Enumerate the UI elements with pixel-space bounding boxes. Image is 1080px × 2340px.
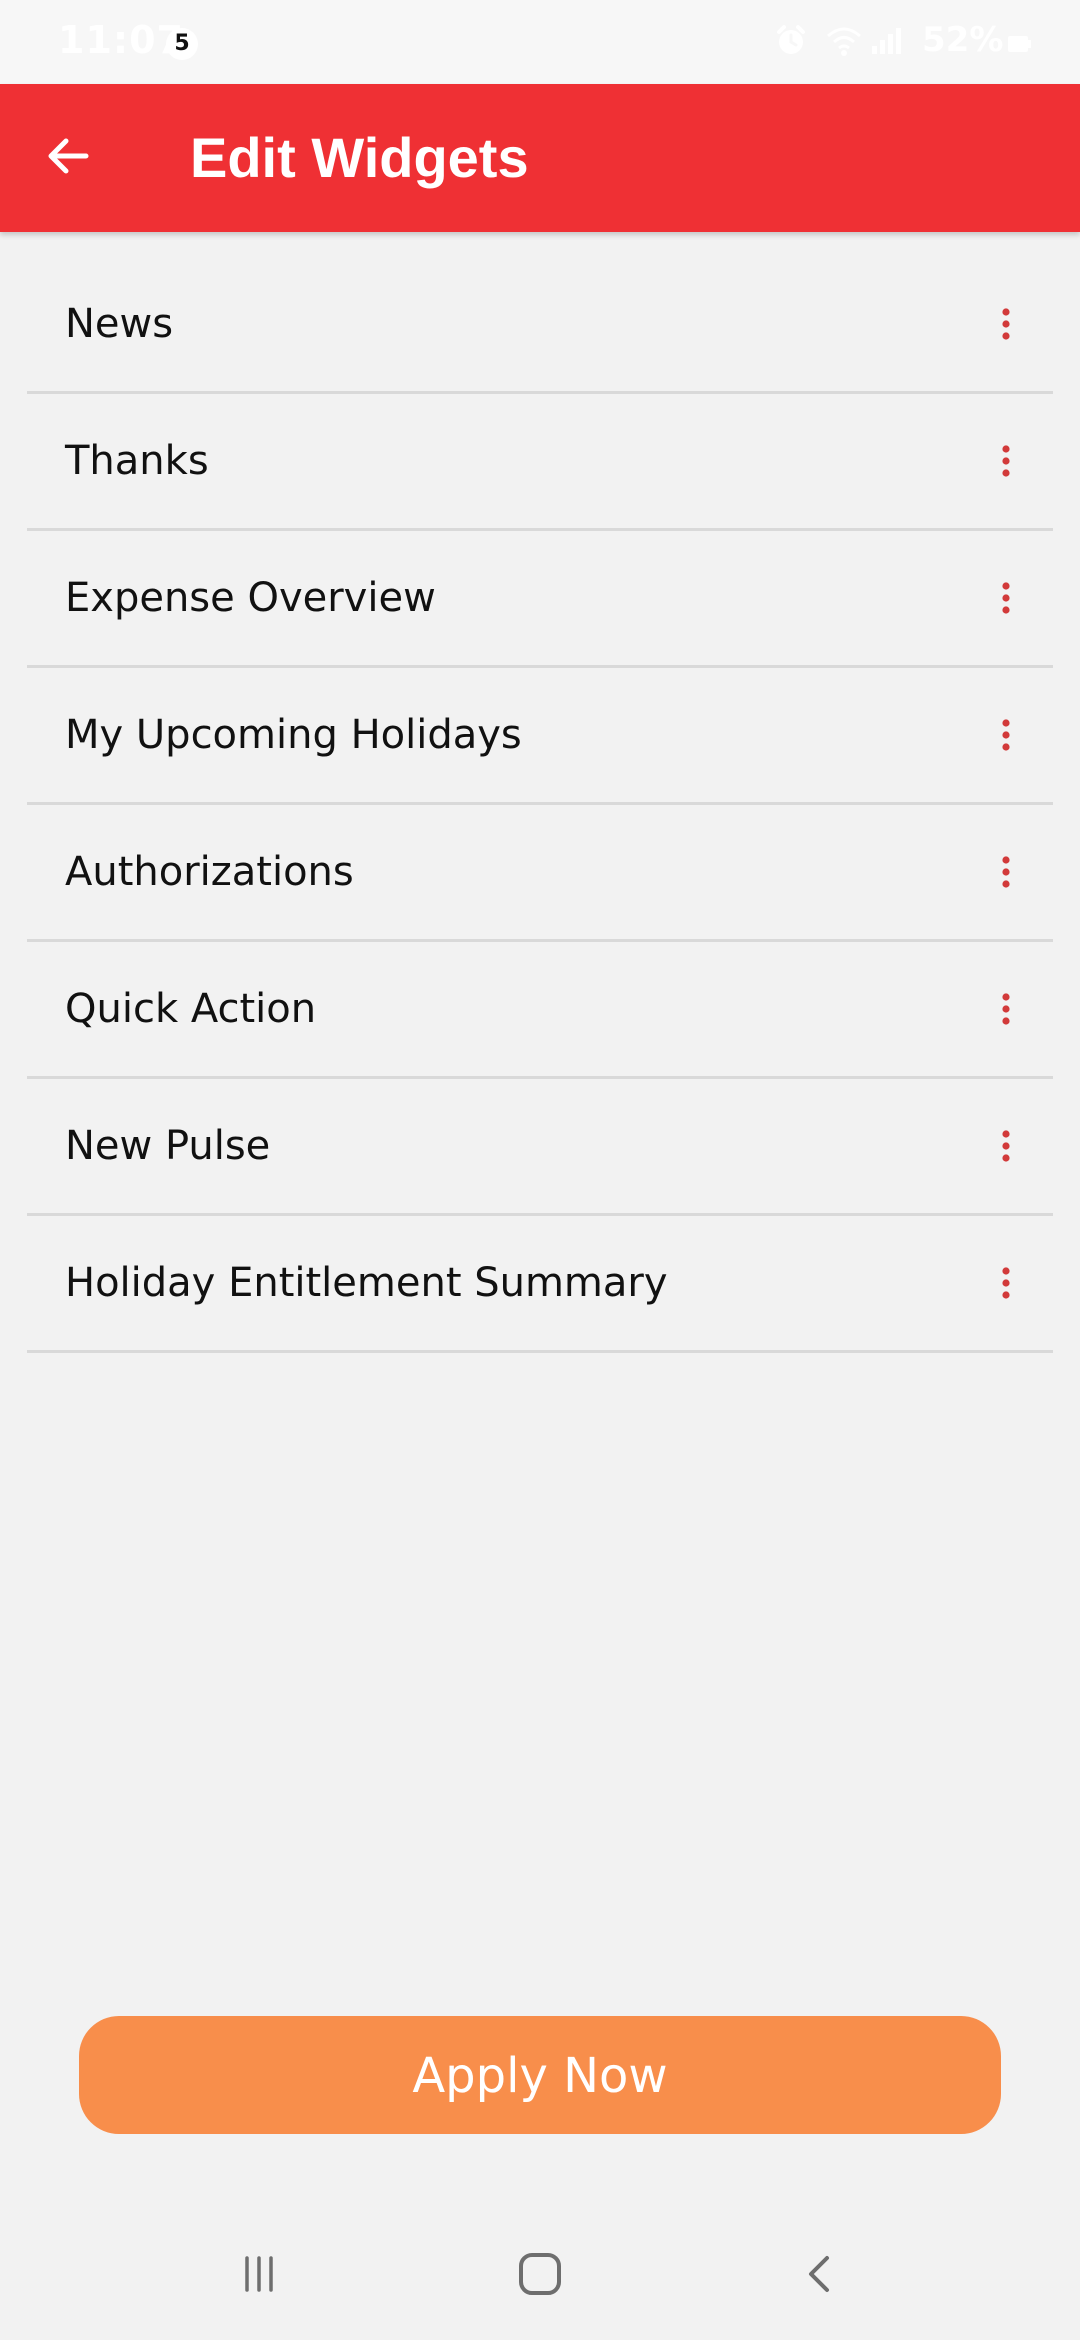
battery-icon	[1006, 30, 1032, 61]
recent-apps-button[interactable]	[229, 2246, 289, 2306]
drag-dots-icon[interactable]	[993, 715, 1019, 755]
home-button[interactable]	[510, 2246, 570, 2306]
arrow-left-icon	[44, 132, 92, 185]
app-bar: Edit Widgets	[0, 84, 1080, 232]
widget-list: News Thanks Expense Overview My Upcoming…	[27, 257, 1053, 1353]
drag-dots-icon[interactable]	[993, 441, 1019, 481]
drag-dots-icon[interactable]	[993, 1263, 1019, 1303]
widget-item-quick-action[interactable]: Quick Action	[27, 942, 1053, 1079]
widget-item-new-pulse[interactable]: New Pulse	[27, 1079, 1053, 1216]
drag-dots-icon[interactable]	[993, 578, 1019, 618]
system-back-button[interactable]	[791, 2246, 851, 2306]
widget-label: Thanks	[65, 438, 209, 484]
alarm-icon	[774, 24, 808, 63]
navigation-bar	[0, 2208, 1080, 2340]
drag-dots-icon[interactable]	[993, 852, 1019, 892]
wifi-icon	[824, 24, 864, 63]
widget-item-thanks[interactable]: Thanks	[27, 394, 1053, 531]
widget-item-holiday-entitlement-summary[interactable]: Holiday Entitlement Summary	[27, 1216, 1053, 1353]
status-bar: 11:07 5 52%	[0, 0, 1080, 84]
widget-label: My Upcoming Holidays	[65, 712, 522, 758]
signal-icon	[868, 24, 902, 63]
back-icon	[799, 2252, 843, 2301]
widget-label: News	[65, 301, 174, 347]
widget-label: Authorizations	[65, 849, 354, 895]
widget-label: Expense Overview	[65, 575, 436, 621]
recent-apps-icon	[237, 2252, 281, 2301]
widget-item-news[interactable]: News	[27, 257, 1053, 394]
widget-item-authorizations[interactable]: Authorizations	[27, 805, 1053, 942]
widget-label: New Pulse	[65, 1123, 271, 1169]
widget-label: Holiday Entitlement Summary	[65, 1260, 668, 1306]
battery-percentage: 52%	[922, 20, 1004, 60]
drag-dots-icon[interactable]	[993, 1126, 1019, 1166]
home-icon	[517, 2251, 563, 2302]
drag-dots-icon[interactable]	[993, 989, 1019, 1029]
widget-item-expense-overview[interactable]: Expense Overview	[27, 531, 1053, 668]
widget-item-my-upcoming-holidays[interactable]: My Upcoming Holidays	[27, 668, 1053, 805]
back-button[interactable]	[30, 122, 106, 194]
drag-dots-icon[interactable]	[993, 304, 1019, 344]
widget-label: Quick Action	[65, 986, 317, 1032]
page-title: Edit Widgets	[190, 126, 529, 189]
status-time: 11:07	[58, 18, 184, 62]
notification-count-badge: 5	[166, 28, 198, 60]
apply-now-button[interactable]: Apply Now	[79, 2016, 1001, 2134]
